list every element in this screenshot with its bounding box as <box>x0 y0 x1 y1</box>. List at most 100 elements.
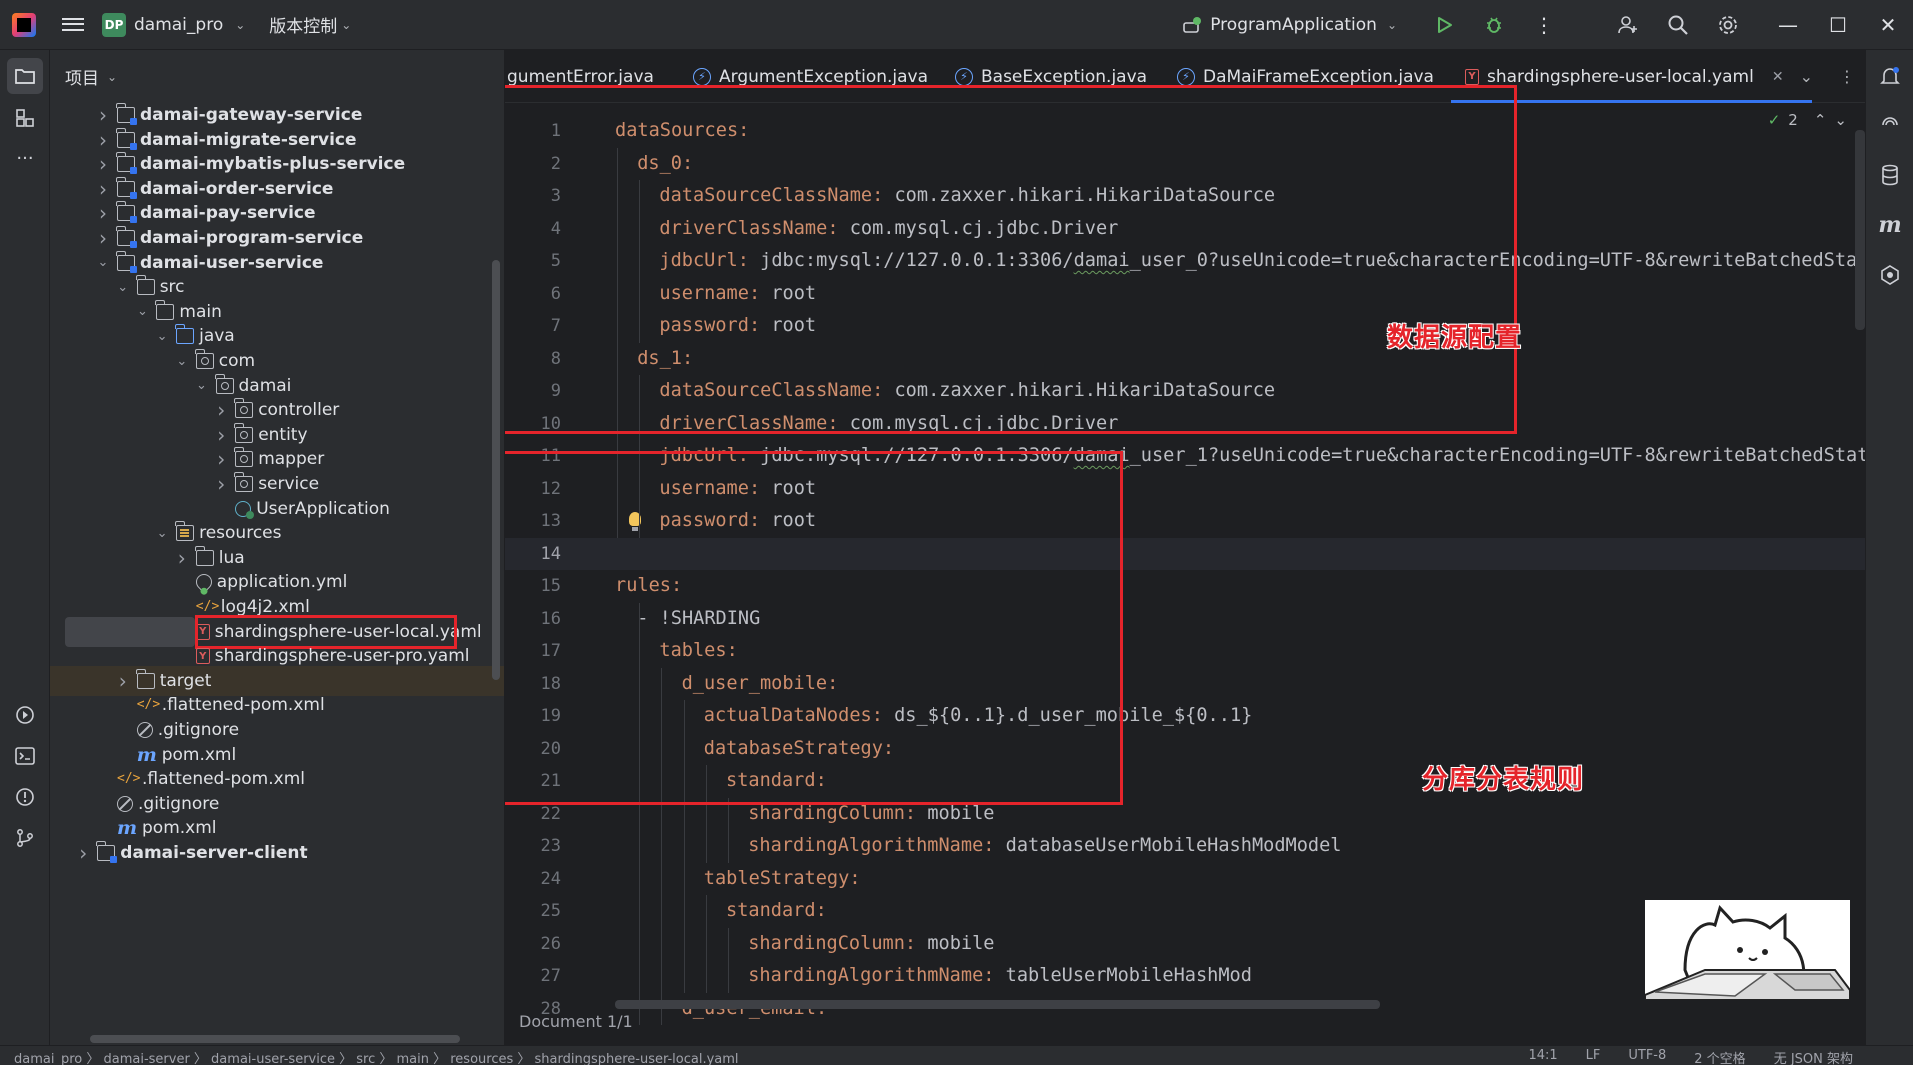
editor-hscrollbar[interactable] <box>615 1000 1380 1009</box>
yaml-key: tableStrategy <box>703 867 850 889</box>
chevron-down-icon[interactable]: ⌄ <box>1834 111 1847 129</box>
chevron-down-icon[interactable]: ⌄ <box>95 255 111 270</box>
chevron-right-icon[interactable]: › <box>95 226 111 250</box>
terminal-tool-icon[interactable] <box>7 738 43 774</box>
tab-more-icon[interactable]: ⋮ <box>1839 67 1855 86</box>
chevron-up-icon[interactable]: ⌃ <box>1814 111 1827 129</box>
editor-scrollbar[interactable] <box>1855 130 1865 330</box>
xml-file-icon: </> <box>117 771 141 787</box>
project-panel: 项目 ⌄ › damai-gateway-service › damai-migrat… <box>50 50 505 1045</box>
chevron-right-icon[interactable]: › <box>213 398 229 422</box>
project-panel-header[interactable]: 项目 ⌄ <box>50 50 504 103</box>
maven-icon[interactable]: m <box>1873 208 1907 242</box>
yaml-value: mobile <box>927 932 995 954</box>
indent-setting[interactable]: 2 个空格 <box>1694 1048 1745 1065</box>
tree-item-label: damai-server-client <box>120 843 308 863</box>
settings-gear-icon[interactable] <box>1703 0 1753 50</box>
tree-item-label: pom.xml <box>161 744 237 765</box>
run-config-selector[interactable]: ProgramApplication ⌄ <box>1182 15 1397 35</box>
chevron-right-icon[interactable]: › <box>95 152 111 176</box>
notifications-icon[interactable] <box>1873 60 1907 94</box>
chevron-right-icon[interactable]: › <box>95 201 111 225</box>
problems-tool-icon[interactable] <box>7 779 43 815</box>
yaml-separator: : <box>904 932 928 954</box>
chevron-down-icon[interactable]: ⌄ <box>154 526 170 541</box>
yaml-value: tableUserMobileHashMod <box>1005 965 1252 986</box>
editor-breadcrumb[interactable]: Document 1/1 <box>519 1012 633 1031</box>
chevron-right-icon[interactable]: › <box>213 447 229 471</box>
chevron-right-icon[interactable]: › <box>95 103 111 127</box>
more-actions-icon[interactable]: ⋮ <box>1519 0 1569 50</box>
line-number[interactable]: 27 <box>505 960 561 992</box>
chevron-down-icon[interactable]: ⌄ <box>1800 67 1813 86</box>
file-encoding[interactable]: UTF-8 <box>1628 1048 1666 1065</box>
run-icon[interactable] <box>1419 0 1469 50</box>
tree-item-label: damai-order-service <box>140 178 334 199</box>
maximize-icon[interactable]: ☐ <box>1813 0 1863 50</box>
chevron-down-icon[interactable]: ⌄ <box>134 304 150 319</box>
json-schema[interactable]: 无 JSON 架构 <box>1774 1048 1853 1065</box>
close-icon[interactable]: ✕ <box>1863 0 1913 50</box>
chevron-right-icon[interactable]: › <box>213 472 229 496</box>
search-icon[interactable] <box>1653 0 1703 50</box>
add-user-icon[interactable] <box>1603 0 1653 50</box>
tab-label: gumentError.java <box>507 66 654 87</box>
line-number[interactable]: 26 <box>505 928 561 960</box>
vcs-label: 版本控制 <box>269 17 338 37</box>
structure-tool-icon[interactable] <box>7 100 43 136</box>
project-tree-scrollbar[interactable] <box>492 260 500 680</box>
ai-assistant-icon[interactable] <box>1873 108 1907 142</box>
more-tools-icon[interactable]: ··· <box>7 140 43 176</box>
tree-item-label: entity <box>258 424 308 445</box>
maven-file-icon: m <box>117 817 138 840</box>
chevron-right-icon[interactable]: › <box>95 128 111 152</box>
chevron-down-icon[interactable]: ⌄ <box>115 280 131 295</box>
chevron-right-icon[interactable]: › <box>75 841 91 865</box>
yaml-value: mobile <box>927 802 995 824</box>
chevron-right-icon[interactable]: › <box>95 177 111 201</box>
indent-guide <box>705 895 707 993</box>
tree-item[interactable]: › damai-server-client <box>50 838 504 868</box>
code-line[interactable]: shardingColumn: mobile <box>748 928 994 960</box>
chevron-down-icon[interactable]: ⌄ <box>194 378 210 393</box>
tree-item-label: UserApplication <box>256 498 390 519</box>
caret-position[interactable]: 14:1 <box>1528 1048 1557 1065</box>
tree-item-label: damai-user-service <box>140 252 324 273</box>
chevron-right-icon[interactable]: › <box>174 546 190 570</box>
database-icon[interactable] <box>1873 158 1907 192</box>
chevron-right-icon[interactable]: › <box>213 423 229 447</box>
code-line[interactable]: shardingAlgorithmName: databaseUserMobil… <box>748 830 1341 862</box>
line-number[interactable]: 24 <box>505 863 561 895</box>
chevron-down-icon: ⌄ <box>1386 18 1397 32</box>
main-menu-icon[interactable] <box>62 14 84 36</box>
chevron-right-icon[interactable]: › <box>115 669 131 693</box>
code-line[interactable]: tableStrategy: <box>704 863 861 895</box>
vcs-selector[interactable]: 版本控制 ⌄ <box>269 12 351 37</box>
project-tree-hscrollbar[interactable] <box>90 1035 460 1043</box>
project-tool-icon[interactable] <box>7 58 43 94</box>
line-number[interactable]: 23 <box>505 830 561 862</box>
line-number[interactable]: 25 <box>505 895 561 927</box>
code-line[interactable]: standard: <box>726 895 827 927</box>
line-separator[interactable]: LF <box>1586 1048 1601 1065</box>
tree-item-label: damai-gateway-service <box>140 105 363 125</box>
services-tool-icon[interactable] <box>7 697 43 733</box>
debug-icon[interactable] <box>1469 0 1519 50</box>
inspection-widget[interactable]: ✓ 2 ⌃ ⌄ <box>1768 111 1847 129</box>
check-icon: ✓ <box>1767 111 1781 129</box>
copilot-icon[interactable] <box>1873 258 1907 292</box>
status-breadcrumb[interactable]: damai_pro 〉 damai-server 〉 damai-user-se… <box>14 1048 739 1065</box>
yaml-file-icon: Y <box>195 648 210 665</box>
intellij-logo-icon[interactable] <box>12 12 36 37</box>
project-selector[interactable]: DP damai_pro ⌄ <box>102 12 245 37</box>
minimize-icon[interactable]: — <box>1763 0 1813 50</box>
rules-highlight-box <box>505 451 1123 805</box>
chevron-down-icon[interactable]: ⌄ <box>174 354 190 369</box>
chevron-down-icon[interactable]: ⌄ <box>154 329 170 344</box>
code-line[interactable]: shardingAlgorithmName: tableUserMobileHa… <box>748 960 1252 992</box>
editor-area: ⌄ ⋮ gumentError.java ⚡ ArgumentException.j… <box>505 50 1865 1045</box>
close-tab-icon[interactable]: ✕ <box>1772 69 1784 85</box>
tree-item-label: .gitignore <box>138 793 220 814</box>
tree-item-label: .flattened-pom.xml <box>161 695 325 716</box>
git-tool-icon[interactable] <box>7 820 43 856</box>
